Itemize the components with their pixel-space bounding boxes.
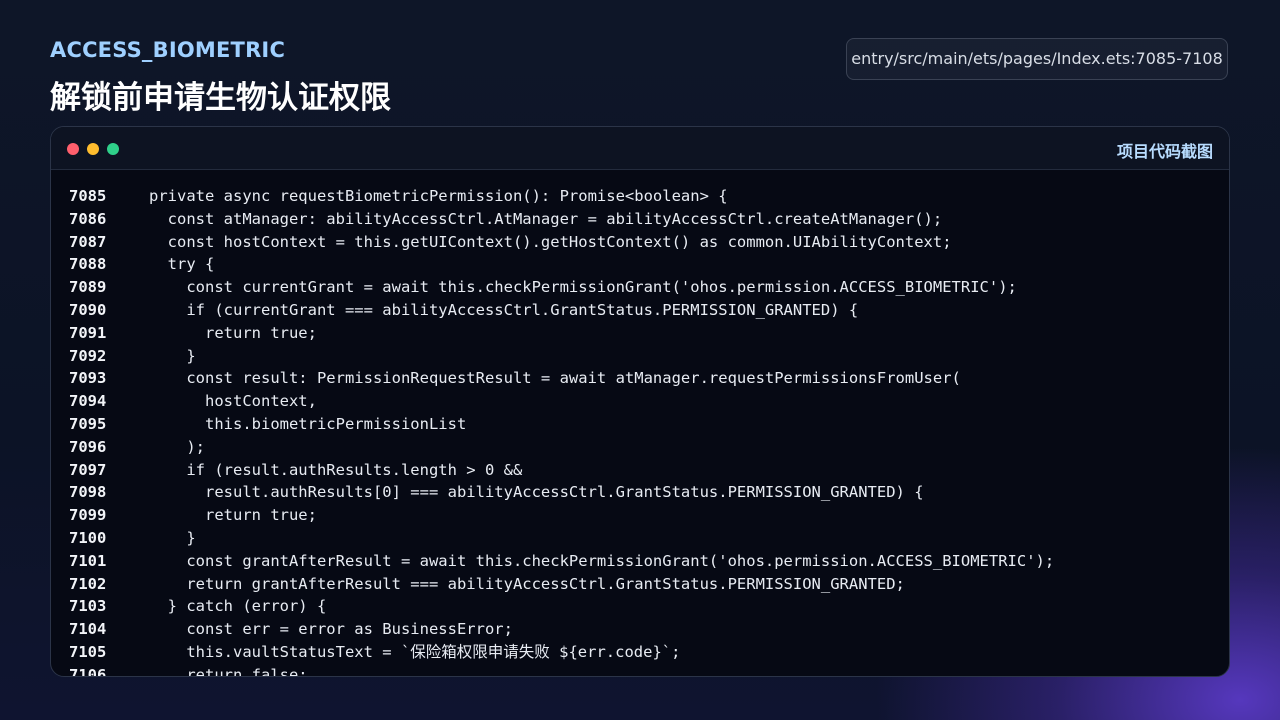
code-text: return true; (149, 323, 317, 342)
line-number: 7106 (69, 665, 107, 677)
code-text: return false; (149, 665, 308, 677)
line-number: 7088 (69, 255, 107, 274)
code-line: 7091 return true; (51, 322, 1229, 345)
code-line: 7095 this.biometricPermissionList (51, 413, 1229, 436)
file-path-badge: entry/src/main/ets/pages/Index.ets:7085-… (846, 38, 1228, 80)
code-text: } (149, 528, 196, 547)
line-number: 7085 (69, 187, 107, 205)
code-line: 7087 const hostContext = this.getUIConte… (51, 231, 1229, 254)
line-number: 7096 (69, 437, 107, 456)
line-number: 7092 (69, 346, 107, 365)
code-line: 7093 const result: PermissionRequestResu… (51, 367, 1229, 390)
section-eyebrow: ACCESS_BIOMETRIC (50, 38, 286, 62)
maximize-dot-icon (107, 143, 119, 155)
code-line: 7100 } (51, 527, 1229, 550)
code-line: 7103 } catch (error) { (51, 595, 1229, 618)
code-line: 7089 const currentGrant = await this.che… (51, 276, 1229, 299)
code-text: hostContext, (149, 392, 317, 411)
code-text: const hostContext = this.getUIContext().… (149, 232, 952, 251)
code-text: try { (149, 255, 215, 274)
line-number: 7091 (69, 323, 107, 342)
code-text: if (currentGrant === abilityAccessCtrl.G… (149, 300, 859, 319)
code-line: 7098 result.authResults[0] === abilityAc… (51, 481, 1229, 504)
code-text: } catch (error) { (149, 597, 327, 616)
code-line: 7104 const err = error as BusinessError; (51, 618, 1229, 641)
line-number: 7104 (69, 620, 107, 639)
code-line: 7086 const atManager: abilityAccessCtrl.… (51, 208, 1229, 231)
code-body: 7085 private async requestBiometricPermis… (51, 185, 1229, 677)
line-number: 7103 (69, 597, 107, 616)
code-text: const currentGrant = await this.checkPer… (149, 278, 1017, 297)
line-number: 7099 (69, 506, 107, 525)
line-number: 7090 (69, 300, 107, 319)
code-text: } (149, 346, 196, 365)
code-line: 7102 return grantAfterResult === ability… (51, 573, 1229, 596)
code-line: 7092 } (51, 345, 1229, 368)
line-number: 7098 (69, 483, 107, 502)
code-text: ); (149, 437, 205, 456)
minimize-dot-icon (87, 143, 99, 155)
code-line: 7088 try { (51, 253, 1229, 276)
code-line: 7094 hostContext, (51, 390, 1229, 413)
code-window: 项目代码截图 7085 private async requestBiometri… (50, 126, 1230, 677)
code-text: this.vaultStatusText = `保险箱权限申请失败 ${err.… (149, 642, 681, 661)
line-number: 7089 (69, 278, 107, 297)
code-text: private async requestBiometricPermission… (149, 187, 728, 205)
code-line: 7085 private async requestBiometricPermis… (51, 185, 1229, 208)
close-dot-icon (67, 143, 79, 155)
code-text: const grantAfterResult = await this.chec… (149, 551, 1055, 570)
line-number: 7101 (69, 551, 107, 570)
line-number: 7086 (69, 209, 107, 228)
window-title-bar: 项目代码截图 (51, 127, 1229, 170)
code-text: return true; (149, 506, 317, 525)
line-number: 7105 (69, 642, 107, 661)
code-text: this.biometricPermissionList (149, 414, 467, 433)
line-number: 7087 (69, 232, 107, 251)
code-line: 7090 if (currentGrant === abilityAccessC… (51, 299, 1229, 322)
code-text: const err = error as BusinessError; (149, 620, 513, 639)
code-line: 7096 ); (51, 436, 1229, 459)
line-number: 7095 (69, 414, 107, 433)
code-text: const atManager: abilityAccessCtrl.AtMan… (149, 209, 943, 228)
code-text: return grantAfterResult === abilityAcces… (149, 574, 905, 593)
page-title: 解锁前申请生物认证权限 (50, 80, 391, 116)
line-number: 7097 (69, 460, 107, 479)
window-label: 项目代码截图 (1116, 142, 1213, 161)
line-number: 7094 (69, 392, 107, 411)
line-number: 7100 (69, 528, 107, 547)
code-text: result.authResults[0] === abilityAccessC… (149, 483, 924, 502)
line-number: 7093 (69, 369, 107, 388)
code-line: 7106 return false; (51, 664, 1229, 677)
code-line: 7105 this.vaultStatusText = `保险箱权限申请失败 $… (51, 641, 1229, 664)
code-text: const result: PermissionRequestResult = … (149, 369, 961, 388)
line-number: 7102 (69, 574, 107, 593)
code-text: if (result.authResults.length > 0 && (149, 460, 523, 479)
code-line: 7099 return true; (51, 504, 1229, 527)
code-line: 7101 const grantAfterResult = await this… (51, 550, 1229, 573)
code-line: 7097 if (result.authResults.length > 0 &… (51, 459, 1229, 482)
